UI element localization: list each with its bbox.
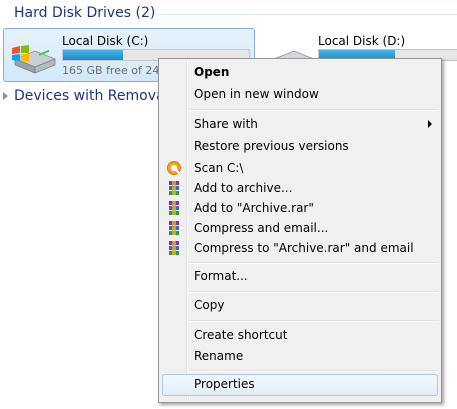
menu-item-add-to-archive-rar[interactable]: Add to "Archive.rar"	[162, 198, 438, 219]
menu-separator	[190, 109, 438, 111]
drive-c-usage-fill	[63, 50, 123, 60]
menu-separator	[190, 320, 438, 322]
menu-item-open-new-window[interactable]: Open in new window	[162, 84, 438, 105]
winrar-icon	[169, 201, 179, 215]
menu-item-open-new-window-label: Open in new window	[194, 87, 319, 101]
menu-item-open-label: Open	[194, 65, 230, 79]
menu-item-scan-label: Scan C:\	[194, 161, 244, 175]
winrar-icon	[169, 221, 179, 235]
menu-item-rename-label: Rename	[194, 349, 244, 363]
menu-item-rename[interactable]: Rename	[162, 346, 438, 367]
winrar-icon	[169, 181, 179, 195]
menu-item-create-shortcut-label: Create shortcut	[194, 328, 288, 342]
hard-disk-drives-label: Hard Disk Drives (2)	[14, 5, 156, 21]
menu-item-compress-and-email[interactable]: Compress and email...	[162, 218, 438, 239]
drive-d-name: Local Disk (D:)	[318, 34, 406, 48]
context-menu: Open Open in new window Share with Resto…	[158, 58, 442, 403]
menu-item-compress-and-email-label: Compress and email...	[194, 221, 329, 235]
menu-item-scan[interactable]: Scan C:\	[162, 158, 438, 179]
group-divider	[155, 14, 457, 15]
menu-item-restore-label: Restore previous versions	[194, 139, 349, 153]
menu-item-create-shortcut[interactable]: Create shortcut	[162, 325, 438, 346]
menu-item-add-to-archive-rar-label: Add to "Archive.rar"	[194, 201, 314, 215]
submenu-arrow-icon	[428, 120, 432, 128]
hard-disk-drives-header[interactable]: Hard Disk Drives (2)	[14, 5, 155, 21]
menu-item-copy[interactable]: Copy	[162, 295, 438, 316]
menu-item-compress-to-rar-and-email[interactable]: Compress to "Archive.rar" and email	[162, 238, 438, 259]
drive-c-free-space: 165 GB free of 244 GB	[62, 64, 158, 77]
menu-item-copy-label: Copy	[194, 298, 225, 312]
menu-item-restore-previous-versions[interactable]: Restore previous versions	[162, 136, 438, 157]
menu-item-add-to-archive-label: Add to archive...	[194, 181, 293, 195]
menu-item-share-with[interactable]: Share with	[162, 114, 438, 135]
menu-item-properties[interactable]: Properties	[162, 374, 438, 396]
hard-drive-windows-icon	[12, 45, 57, 74]
menu-item-open[interactable]: Open	[162, 62, 438, 83]
menu-item-add-to-archive[interactable]: Add to archive...	[162, 178, 438, 199]
menu-item-format[interactable]: Format...	[162, 266, 438, 287]
menu-item-properties-label: Properties	[194, 377, 255, 391]
menu-item-format-label: Format...	[194, 269, 248, 283]
winrar-icon	[169, 241, 179, 255]
menu-item-compress-to-rar-and-email-label: Compress to "Archive.rar" and email	[194, 241, 414, 255]
menu-separator	[190, 370, 438, 372]
menu-item-share-with-label: Share with	[194, 117, 258, 131]
removable-storage-header[interactable]: Devices with Removable Storage	[3, 88, 158, 104]
drive-c-name: Local Disk (C:)	[62, 34, 149, 48]
scan-icon	[167, 161, 181, 175]
removable-storage-label: Devices with Removable Storage	[14, 88, 158, 104]
menu-separator	[190, 291, 438, 293]
expand-arrow-icon[interactable]	[3, 92, 8, 100]
menu-separator	[190, 262, 438, 264]
